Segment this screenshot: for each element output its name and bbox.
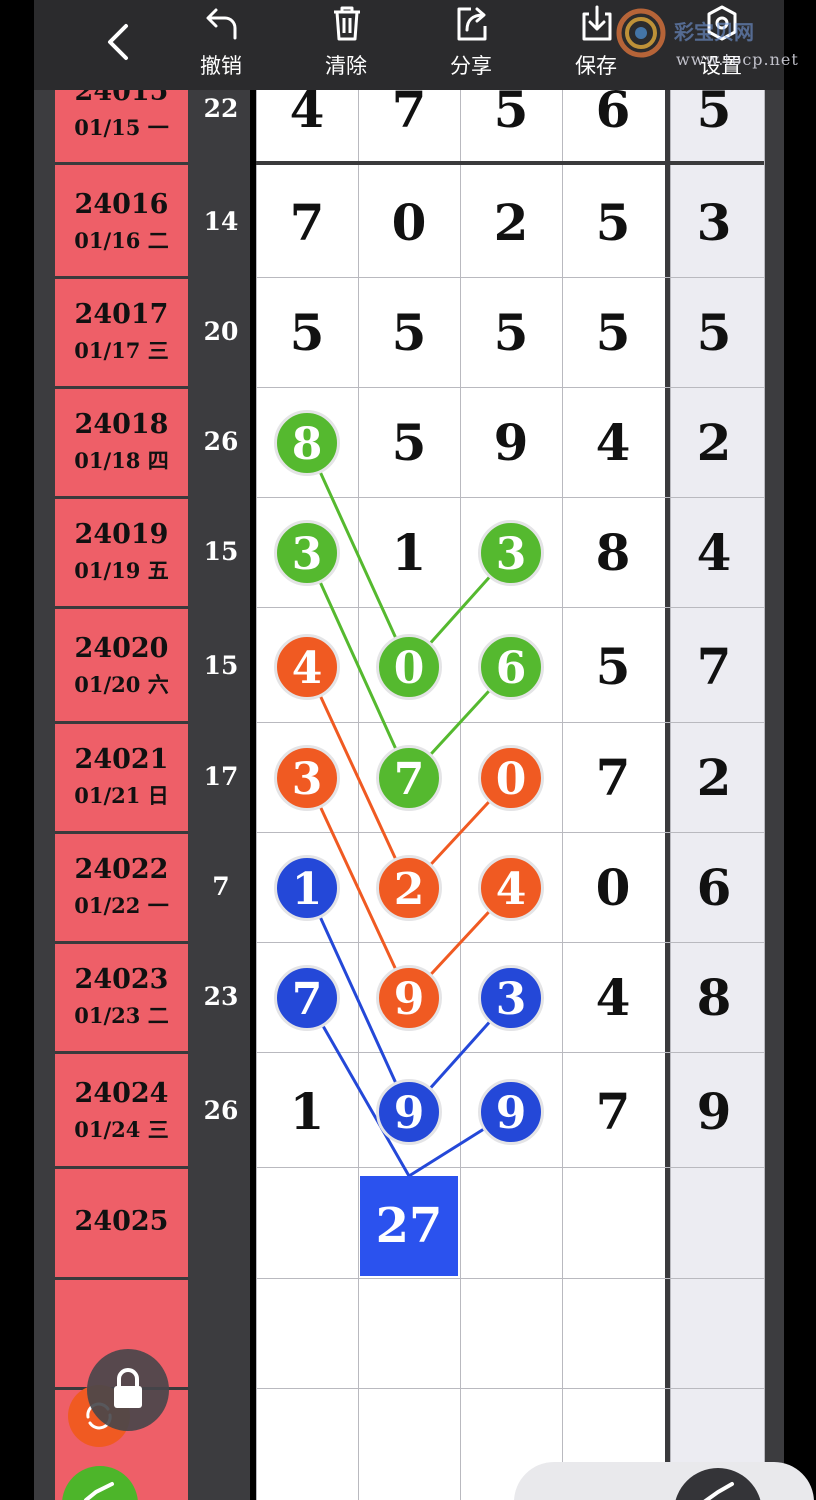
chevron-left-icon (108, 24, 128, 60)
blue-ball[interactable]: 3 (478, 965, 544, 1031)
share-button[interactable]: 分享 (431, 0, 511, 90)
download-icon (582, 5, 612, 41)
share-label: 分享 (450, 54, 492, 78)
orange-ball[interactable]: 4 (274, 634, 340, 700)
orange-ball[interactable]: 2 (376, 855, 442, 921)
green-ball[interactable]: 3 (274, 520, 340, 586)
orange-ball[interactable]: 3 (274, 745, 340, 811)
watermark: 彩宝贝网 www.tocp.net (616, 8, 816, 69)
watermark-url: www.tocp.net (676, 50, 799, 69)
lock-icon (114, 1368, 142, 1408)
orange-ball[interactable]: 4 (478, 855, 544, 921)
watermark-title: 彩宝贝网 (674, 20, 754, 44)
blue-ball[interactable]: 9 (376, 1079, 442, 1145)
share-icon (457, 7, 487, 41)
blue-ball[interactable]: 9 (478, 1079, 544, 1145)
check-icon (703, 1482, 734, 1500)
clear-button[interactable]: 清除 (306, 0, 386, 90)
trash-icon (334, 6, 360, 41)
check-icon (84, 1482, 114, 1500)
orange-ball[interactable]: 0 (478, 745, 544, 811)
green-ball[interactable]: 7 (376, 745, 442, 811)
confirm-button[interactable] (62, 1466, 138, 1500)
pill-check-button[interactable] (674, 1468, 762, 1500)
clear-label: 清除 (325, 54, 367, 78)
watermark-logo-icon (616, 8, 666, 58)
undo-icon (206, 8, 237, 40)
orange-ball[interactable]: 9 (376, 965, 442, 1031)
chart-screen: 24015 01/15 一 22 24016 01/16 二 14 24017 01/17 三… (0, 0, 816, 1500)
blue-ball[interactable]: 1 (274, 855, 340, 921)
green-ball[interactable]: 3 (478, 520, 544, 586)
prediction-cell[interactable]: 27 (360, 1176, 458, 1276)
blue-ball[interactable]: 7 (274, 965, 340, 1031)
green-ball[interactable]: 0 (376, 634, 442, 700)
undo-label: 撤销 (200, 54, 242, 78)
lock-button[interactable] (87, 1349, 169, 1431)
pill-label: 设置 (572, 1492, 620, 1500)
green-ball[interactable]: 6 (478, 634, 544, 700)
bottom-settings-pill[interactable]: 设置 (514, 1462, 814, 1500)
back-button[interactable] (94, 14, 144, 70)
green-ball[interactable]: 8 (274, 410, 340, 476)
undo-button[interactable]: 撤销 (181, 0, 261, 90)
